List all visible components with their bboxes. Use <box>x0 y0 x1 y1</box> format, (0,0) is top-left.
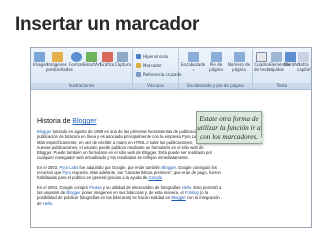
header-button[interactable]: Encabezado ▾ <box>181 52 205 72</box>
screenshot-icon <box>117 52 128 62</box>
dropcap-icon <box>298 52 309 62</box>
paragraph-line: de Hello. <box>37 200 54 206</box>
image-button[interactable]: Imagen <box>33 52 48 68</box>
paragraph-line: habilitadas para el público en general g… <box>37 175 164 181</box>
footer-icon <box>210 52 222 62</box>
wordart-icon <box>285 52 296 62</box>
picture-icon <box>34 52 45 62</box>
cross-reference-button[interactable]: Referencia cruzada <box>136 71 181 77</box>
chevron-down-icon: ▾ <box>192 67 195 72</box>
page-number-icon <box>233 52 245 62</box>
clipart-button[interactable]: Imágenes prediseñadas <box>46 52 73 72</box>
hyperlink-button[interactable]: Hipervínculo <box>136 53 168 59</box>
paragraph-3: En el 2004, Google compró Picasa y su ut… <box>37 185 297 206</box>
quick-parts-button[interactable]: Elementos rápidos <box>269 52 290 72</box>
group-label-links: Vínculos <box>133 83 178 89</box>
slide-title: Insertar un marcador <box>15 14 200 35</box>
screenshot-button[interactable]: Captura <box>115 52 131 68</box>
group-text: Cuadro de texto Elementos rápidos WordAr… <box>253 49 311 89</box>
paragraph-2: En el 2003, Pyra Labs fue adquirido por … <box>37 165 297 181</box>
smartart-icon <box>85 52 97 62</box>
bookmark-flag-icon <box>136 62 141 68</box>
group-header-footer: Encabezado ▾ Pie de página Número de pág… <box>179 49 253 89</box>
cross-reference-icon <box>136 71 141 77</box>
document-page[interactable]: Historia de Blogger Blogger lanzado en a… <box>31 90 311 227</box>
chart-button[interactable]: Gráfico <box>100 52 114 68</box>
shapes-button[interactable]: Formas <box>69 52 84 68</box>
globe-link-icon <box>136 53 141 59</box>
ribbon: Imagen Imágenes prediseñadas Formas Smar… <box>31 48 311 90</box>
quick-parts-icon <box>271 52 282 62</box>
clipart-icon <box>51 52 63 62</box>
textbox-icon <box>256 52 267 62</box>
footer-button[interactable]: Pie de página <box>206 52 226 72</box>
shapes-icon <box>70 52 82 62</box>
group-links: Hipervínculo Marcador Referencia cruzada… <box>133 49 181 89</box>
header-icon <box>187 52 199 62</box>
textbox-button[interactable]: Cuadro de texto <box>254 52 271 72</box>
paragraph-line: cualquier navegador web actualizado y lo… <box>37 155 190 161</box>
word-screenshot: Imagen Imágenes prediseñadas Formas Smar… <box>30 47 312 228</box>
group-label-text: Texto <box>253 83 311 89</box>
bookmark-button[interactable]: Marcador <box>136 62 162 68</box>
heading-link[interactable]: Blogger <box>72 118 96 125</box>
group-illustrations: Imagen Imágenes prediseñadas Formas Smar… <box>31 49 133 89</box>
smartart-button[interactable]: SmartArt <box>83 52 101 68</box>
wordart-button[interactable]: WordArt <box>284 52 300 68</box>
callout-pointer <box>259 136 265 144</box>
page-number-button[interactable]: Número de página <box>227 52 251 72</box>
chart-icon <box>101 52 113 62</box>
dropcap-button[interactable]: Letra capital <box>297 52 310 72</box>
tip-callout: Estate otra forma de utilizar la función… <box>196 111 262 144</box>
group-label-illustrations: Ilustraciones <box>31 83 132 89</box>
group-label-header-footer: Encabezado y pie de página <box>179 83 252 89</box>
